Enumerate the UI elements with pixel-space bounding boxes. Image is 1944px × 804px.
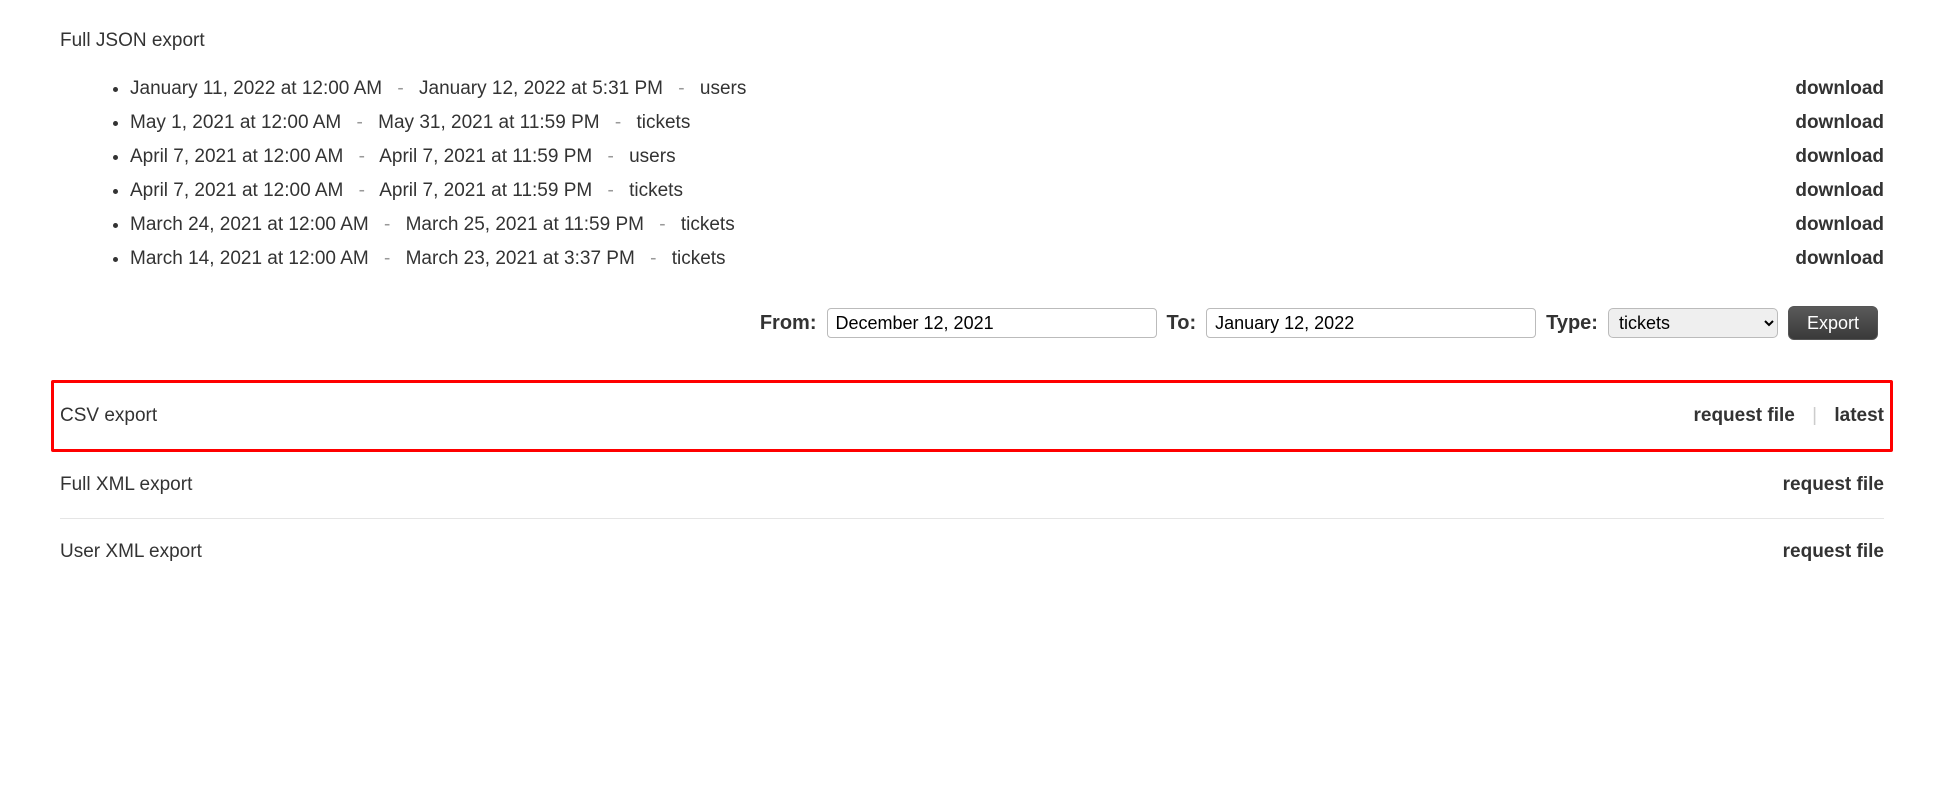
export-type: tickets: [672, 248, 726, 269]
export-from: April 7, 2021 at 12:00 AM: [130, 180, 343, 201]
full-xml-export-label: Full XML export: [60, 474, 192, 496]
export-form: From: To: Type: tickets Export: [60, 306, 1884, 340]
download-link[interactable]: download: [1795, 208, 1884, 242]
separator: -: [608, 146, 614, 167]
separator: -: [650, 248, 656, 269]
export-row: April 7, 2021 at 12:00 AM - April 7, 202…: [130, 140, 1884, 174]
export-from: March 14, 2021 at 12:00 AM: [130, 248, 369, 269]
action-separator: |: [1812, 405, 1817, 426]
download-link[interactable]: download: [1795, 242, 1884, 276]
export-type: tickets: [636, 112, 690, 133]
download-link[interactable]: download: [1795, 106, 1884, 140]
export-row: January 11, 2022 at 12:00 AM - January 1…: [130, 72, 1884, 106]
export-type: users: [629, 146, 675, 167]
separator: -: [359, 146, 365, 167]
download-link[interactable]: download: [1795, 174, 1884, 208]
export-from: May 1, 2021 at 12:00 AM: [130, 112, 341, 133]
separator: -: [608, 180, 614, 201]
separator: -: [659, 214, 665, 235]
user-xml-export-row: User XML export request file: [60, 519, 1884, 585]
from-label: From:: [760, 312, 817, 335]
to-label: To:: [1167, 312, 1197, 335]
separator: -: [678, 78, 684, 99]
json-export-list: January 11, 2022 at 12:00 AM - January 1…: [60, 72, 1884, 276]
separator: -: [357, 112, 363, 133]
export-type: tickets: [681, 214, 735, 235]
xml-request-file-link[interactable]: request file: [1783, 474, 1884, 495]
full-xml-export-row: Full XML export request file: [60, 452, 1884, 519]
download-link[interactable]: download: [1795, 140, 1884, 174]
full-json-export-title: Full JSON export: [60, 30, 1884, 52]
export-to: January 12, 2022 at 5:31 PM: [419, 78, 663, 99]
export-from: April 7, 2021 at 12:00 AM: [130, 146, 343, 167]
csv-export-highlight: CSV export request file | latest: [51, 380, 1893, 452]
from-input[interactable]: [827, 308, 1157, 338]
export-row: May 1, 2021 at 12:00 AM - May 31, 2021 a…: [130, 106, 1884, 140]
export-row: April 7, 2021 at 12:00 AM - April 7, 202…: [130, 174, 1884, 208]
separator: -: [397, 78, 403, 99]
separator: -: [359, 180, 365, 201]
type-label: Type:: [1546, 312, 1598, 335]
export-from: January 11, 2022 at 12:00 AM: [130, 78, 382, 99]
user-xml-request-file-link[interactable]: request file: [1783, 541, 1884, 562]
export-type: tickets: [629, 180, 683, 201]
user-xml-export-label: User XML export: [60, 541, 202, 563]
csv-export-row: CSV export request file | latest: [60, 383, 1884, 449]
export-to: March 25, 2021 at 11:59 PM: [406, 214, 644, 235]
download-link[interactable]: download: [1795, 72, 1884, 106]
separator: -: [615, 112, 621, 133]
csv-export-label: CSV export: [60, 405, 157, 427]
separator: -: [384, 214, 390, 235]
type-select[interactable]: tickets: [1608, 308, 1778, 338]
export-from: March 24, 2021 at 12:00 AM: [130, 214, 369, 235]
to-input[interactable]: [1206, 308, 1536, 338]
export-to: April 7, 2021 at 11:59 PM: [379, 146, 592, 167]
export-to: May 31, 2021 at 11:59 PM: [378, 112, 599, 133]
export-to: March 23, 2021 at 3:37 PM: [406, 248, 635, 269]
separator: -: [384, 248, 390, 269]
export-type: users: [700, 78, 746, 99]
export-to: April 7, 2021 at 11:59 PM: [379, 180, 592, 201]
csv-latest-link[interactable]: latest: [1834, 405, 1884, 426]
export-button[interactable]: Export: [1788, 306, 1878, 340]
export-row: March 24, 2021 at 12:00 AM - March 25, 2…: [130, 208, 1884, 242]
csv-request-file-link[interactable]: request file: [1693, 405, 1794, 426]
export-row: March 14, 2021 at 12:00 AM - March 23, 2…: [130, 242, 1884, 276]
